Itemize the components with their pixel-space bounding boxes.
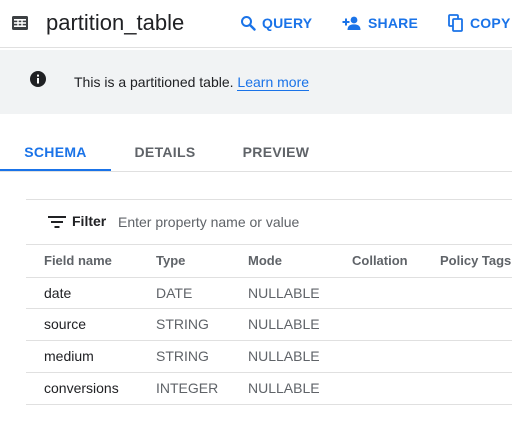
copy-button[interactable]: COPY <box>448 12 510 34</box>
active-tab-indicator <box>0 169 111 171</box>
share-button[interactable]: SHARE <box>342 12 418 34</box>
banner-message: This is a partitioned table. <box>74 74 234 90</box>
column-header-type: Type <box>156 245 248 278</box>
field-collation-cell <box>352 308 440 341</box>
field-collation-cell <box>352 340 440 373</box>
person-add-icon <box>342 16 361 30</box>
field-type-cell: DATE <box>156 277 248 309</box>
page-title: partition_table <box>46 10 185 35</box>
field-collation-cell <box>352 372 440 405</box>
field-name-cell: source <box>26 308 156 341</box>
search-icon <box>241 16 256 31</box>
field-collation-cell <box>352 277 440 309</box>
table-row[interactable]: conversions INTEGER NULLABLE <box>26 372 512 405</box>
table-icon <box>12 16 28 30</box>
tab-bar: SCHEMA DETAILS PREVIEW <box>0 134 512 172</box>
table-header-row: Field name Type Mode Collation Policy Ta… <box>26 245 512 278</box>
field-mode-cell: NULLABLE <box>248 372 352 405</box>
field-mode-cell: NULLABLE <box>248 308 352 341</box>
field-type-cell: STRING <box>156 308 248 341</box>
column-header-collation: Collation <box>352 245 440 278</box>
tab-preview[interactable]: PREVIEW <box>228 134 324 171</box>
column-header-mode: Mode <box>248 245 352 278</box>
column-header-field-name[interactable]: Field name <box>26 245 156 278</box>
field-type-cell: STRING <box>156 340 248 373</box>
filter-label: Filter <box>72 213 107 229</box>
learn-more-link[interactable]: Learn more <box>237 74 310 91</box>
tab-schema[interactable]: SCHEMA <box>0 134 111 171</box>
field-policy-tags-cell <box>440 308 512 341</box>
field-mode-cell: NULLABLE <box>248 277 352 309</box>
copy-icon <box>448 14 463 32</box>
info-icon <box>30 71 46 87</box>
copy-button-label: COPY <box>470 15 511 31</box>
field-type-cell: INTEGER <box>156 372 248 405</box>
field-name-cell: date <box>26 277 156 309</box>
field-mode-cell: NULLABLE <box>248 340 352 373</box>
table-header: partition_table QUERY SHARE COPY <box>0 0 512 48</box>
table-row[interactable]: date DATE NULLABLE <box>26 277 512 309</box>
query-button-label: QUERY <box>262 15 313 31</box>
field-name-cell: medium <box>26 340 156 373</box>
filter-list-icon <box>48 216 66 228</box>
filter-input[interactable] <box>118 210 498 234</box>
field-policy-tags-cell <box>440 372 512 405</box>
field-policy-tags-cell <box>440 340 512 373</box>
query-button[interactable]: QUERY <box>240 12 312 34</box>
info-banner: This is a partitioned table. Learn more <box>0 50 512 114</box>
filter-bar: Filter <box>26 199 512 245</box>
column-header-policy-tags: Policy Tags <box>440 245 512 278</box>
share-button-label: SHARE <box>368 15 419 31</box>
schema-table: Field name Type Mode Collation Policy Ta… <box>26 245 512 405</box>
table-row[interactable]: medium STRING NULLABLE <box>26 340 512 373</box>
field-policy-tags-cell <box>440 277 512 309</box>
tab-details[interactable]: DETAILS <box>120 134 210 171</box>
table-row[interactable]: source STRING NULLABLE <box>26 308 512 341</box>
field-name-cell: conversions <box>26 372 156 405</box>
banner-text: This is a partitioned table. Learn more <box>74 72 310 92</box>
